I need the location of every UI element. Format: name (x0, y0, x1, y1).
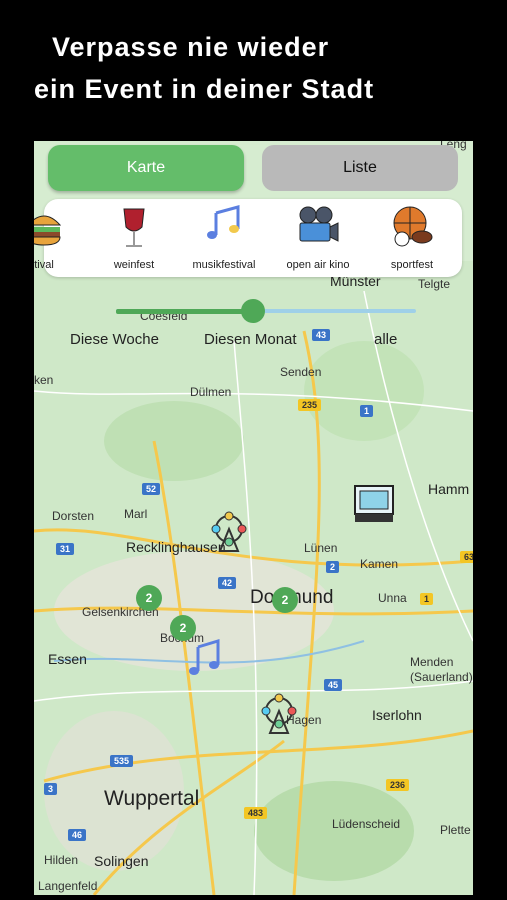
map-label-senden: Senden (280, 365, 322, 379)
map-label-marl: Marl (124, 507, 148, 521)
map-label-wuppertal: Wuppertal (104, 787, 200, 810)
map-label-menden: Menden (Sauerland) (410, 655, 473, 684)
time-label-week[interactable]: Diese Woche (70, 331, 159, 348)
category-label: weinfest (113, 259, 155, 271)
road-shield: 45 (324, 679, 343, 691)
map-label-duelmen: Dülmen (190, 385, 232, 399)
road-shield: 235 (298, 399, 322, 411)
map-label-plette: Plette (440, 823, 471, 837)
open-air-screen-icon[interactable] (352, 483, 396, 525)
ferris-wheel-icon[interactable] (208, 511, 250, 553)
ferris-wheel-icon[interactable] (258, 693, 300, 735)
event-cluster-marker[interactable]: 2 (136, 585, 162, 611)
road-shield: 42 (218, 577, 237, 589)
map-label-ken: ken (34, 373, 54, 387)
road-shield: 43 (312, 329, 331, 341)
category-label: musikfestival (192, 259, 256, 271)
burger-icon (34, 215, 62, 246)
wine-glass-icon (123, 208, 145, 247)
map-label-essen: Essen (48, 651, 87, 667)
map-label-unna: Unna (378, 591, 407, 605)
road-shield: 2 (326, 561, 340, 573)
tab-liste[interactable]: Liste (262, 145, 458, 191)
headline-line-1: Verpasse nie wieder (52, 32, 330, 62)
film-camera-icon (299, 206, 339, 242)
map-label-luedenscheid: Lüdenscheid (332, 817, 401, 831)
time-slider-thumb[interactable] (241, 299, 265, 323)
event-cluster-marker[interactable]: 2 (272, 587, 298, 613)
map-label-luenen: Lünen (304, 541, 338, 555)
road-shield: 46 (68, 829, 87, 841)
time-label-month[interactable]: Diesen Monat (204, 331, 297, 348)
category-label: tival (34, 259, 54, 271)
category-label: open air kino (286, 259, 350, 271)
music-notes-icon (207, 205, 240, 239)
road-shield: 1 (420, 593, 434, 605)
road-shield: 535 (110, 755, 134, 767)
road-shield: 483 (244, 807, 268, 819)
map-label-hamm: Hamm (428, 481, 470, 497)
road-shield: 31 (56, 543, 75, 555)
map-label-dorsten: Dorsten (52, 509, 95, 523)
road-shield: 1 (360, 405, 374, 417)
map-label-hilden: Hilden (44, 853, 79, 867)
time-label-all[interactable]: alle (374, 331, 397, 348)
app-screen: Leng Münster Telgte Coesfeld ken Senden … (34, 141, 473, 895)
category-label: sportfest (390, 259, 434, 271)
sports-balls-icon (393, 206, 433, 247)
music-notes-icon[interactable] (184, 637, 228, 681)
map-label-kamen: Kamen (360, 557, 399, 571)
road-shield: 3 (44, 783, 58, 795)
road-shield: 52 (142, 483, 161, 495)
time-slider-fill (116, 309, 256, 314)
tab-karte[interactable]: Karte (48, 145, 244, 191)
map-label-solingen: Solingen (94, 853, 149, 869)
map-label-langenfeld: Langenfeld (38, 879, 98, 893)
headline-line-2: ein Event in deiner Stadt (34, 74, 375, 104)
category-bar: tival weinfest musikfestival open air ki… (34, 199, 462, 277)
map-label-telgte: Telgte (418, 277, 451, 291)
road-shield: 236 (386, 779, 410, 791)
road-shield: 63 (460, 551, 473, 563)
map-label-iserlohn: Iserlohn (372, 707, 422, 723)
